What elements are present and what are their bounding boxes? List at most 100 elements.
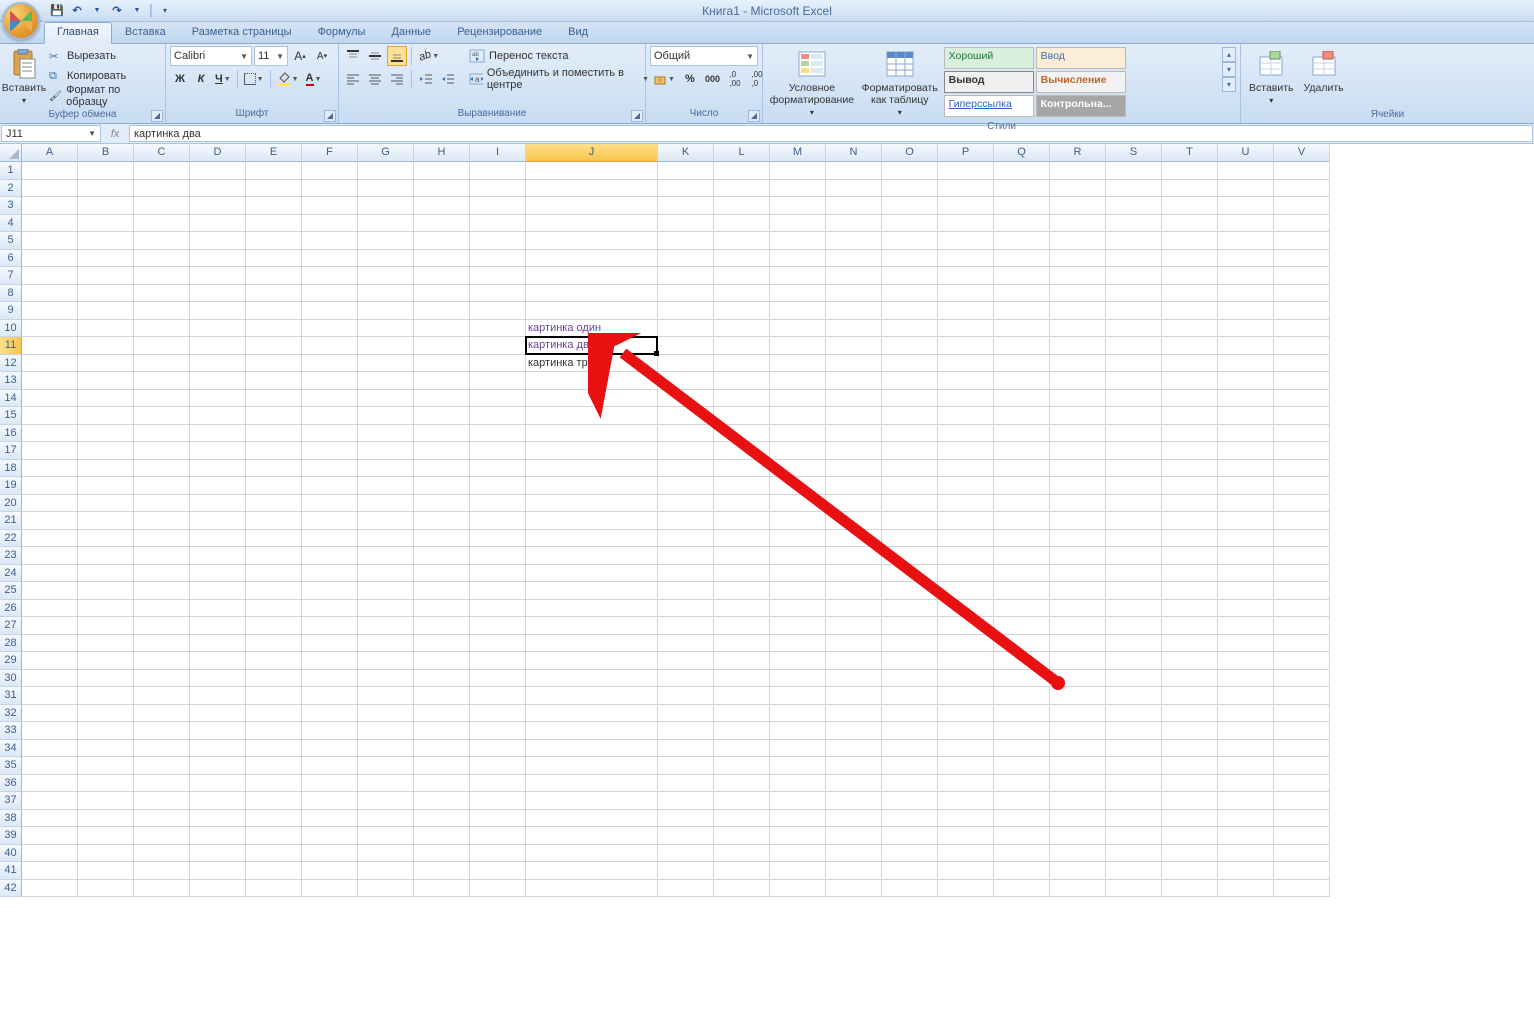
cell-P9[interactable] (938, 302, 994, 320)
cell-H22[interactable] (414, 530, 470, 548)
cell-O18[interactable] (882, 460, 938, 478)
cell-M40[interactable] (770, 845, 826, 863)
cell-N19[interactable] (826, 477, 882, 495)
tab-вид[interactable]: Вид (555, 22, 601, 43)
cell-Q25[interactable] (994, 582, 1050, 600)
cell-H6[interactable] (414, 250, 470, 268)
cell-K28[interactable] (658, 635, 714, 653)
cell-S36[interactable] (1106, 775, 1162, 793)
cell-J3[interactable] (526, 197, 658, 215)
cell-O20[interactable] (882, 495, 938, 513)
cell-R13[interactable] (1050, 372, 1106, 390)
cell-B8[interactable] (78, 285, 134, 303)
cell-O7[interactable] (882, 267, 938, 285)
tab-разметка страницы[interactable]: Разметка страницы (179, 22, 305, 43)
cell-C15[interactable] (134, 407, 190, 425)
cell-M35[interactable] (770, 757, 826, 775)
cell-H40[interactable] (414, 845, 470, 863)
cell-I22[interactable] (470, 530, 526, 548)
cell-H35[interactable] (414, 757, 470, 775)
cell-V22[interactable] (1274, 530, 1330, 548)
cell-O23[interactable] (882, 547, 938, 565)
cell-S7[interactable] (1106, 267, 1162, 285)
cell-G24[interactable] (358, 565, 414, 583)
style-cell[interactable]: Вычисление (1036, 71, 1126, 93)
select-all-corner[interactable] (0, 144, 22, 162)
cell-S26[interactable] (1106, 600, 1162, 618)
cell-A37[interactable] (22, 792, 78, 810)
cell-J26[interactable] (526, 600, 658, 618)
col-header-M[interactable]: M (770, 144, 826, 162)
cell-B42[interactable] (78, 880, 134, 898)
tab-главная[interactable]: Главная (44, 22, 112, 44)
cell-K3[interactable] (658, 197, 714, 215)
cell-Q6[interactable] (994, 250, 1050, 268)
font-size-combo[interactable]: 11▼ (254, 46, 288, 66)
cell-J28[interactable] (526, 635, 658, 653)
cell-E6[interactable] (246, 250, 302, 268)
cell-C16[interactable] (134, 425, 190, 443)
cell-D9[interactable] (190, 302, 246, 320)
cell-C22[interactable] (134, 530, 190, 548)
cell-O5[interactable] (882, 232, 938, 250)
cell-A13[interactable] (22, 372, 78, 390)
cell-N39[interactable] (826, 827, 882, 845)
cell-P2[interactable] (938, 180, 994, 198)
cell-D24[interactable] (190, 565, 246, 583)
cell-M11[interactable] (770, 337, 826, 355)
cell-C4[interactable] (134, 215, 190, 233)
cell-H4[interactable] (414, 215, 470, 233)
cell-N10[interactable] (826, 320, 882, 338)
cell-B13[interactable] (78, 372, 134, 390)
cell-J7[interactable] (526, 267, 658, 285)
cell-K8[interactable] (658, 285, 714, 303)
cell-R30[interactable] (1050, 670, 1106, 688)
cell-V23[interactable] (1274, 547, 1330, 565)
cell-O1[interactable] (882, 162, 938, 180)
cell-B37[interactable] (78, 792, 134, 810)
cell-Q41[interactable] (994, 862, 1050, 880)
cell-A14[interactable] (22, 390, 78, 408)
cell-U39[interactable] (1218, 827, 1274, 845)
cell-B5[interactable] (78, 232, 134, 250)
col-header-A[interactable]: A (22, 144, 78, 162)
cell-Q18[interactable] (994, 460, 1050, 478)
cell-P24[interactable] (938, 565, 994, 583)
cell-U2[interactable] (1218, 180, 1274, 198)
cell-F25[interactable] (302, 582, 358, 600)
cell-Q39[interactable] (994, 827, 1050, 845)
cell-S25[interactable] (1106, 582, 1162, 600)
cell-C12[interactable] (134, 355, 190, 373)
row-header-28[interactable]: 28 (0, 635, 22, 653)
cell-A39[interactable] (22, 827, 78, 845)
row-header-11[interactable]: 11 (0, 337, 22, 355)
cell-P20[interactable] (938, 495, 994, 513)
cell-D32[interactable] (190, 705, 246, 723)
cell-E36[interactable] (246, 775, 302, 793)
col-header-B[interactable]: B (78, 144, 134, 162)
cell-J13[interactable] (526, 372, 658, 390)
row-header-17[interactable]: 17 (0, 442, 22, 460)
style-cell[interactable]: Контрольна... (1036, 95, 1126, 117)
cell-I34[interactable] (470, 740, 526, 758)
cell-B12[interactable] (78, 355, 134, 373)
col-header-R[interactable]: R (1050, 144, 1106, 162)
cell-L36[interactable] (714, 775, 770, 793)
cell-K11[interactable] (658, 337, 714, 355)
cell-V33[interactable] (1274, 722, 1330, 740)
cell-L18[interactable] (714, 460, 770, 478)
cell-K2[interactable] (658, 180, 714, 198)
cell-A22[interactable] (22, 530, 78, 548)
cell-J30[interactable] (526, 670, 658, 688)
cell-K5[interactable] (658, 232, 714, 250)
cell-G33[interactable] (358, 722, 414, 740)
shrink-font-button[interactable]: A▾ (312, 46, 332, 66)
cell-T22[interactable] (1162, 530, 1218, 548)
cell-O29[interactable] (882, 652, 938, 670)
cell-Q16[interactable] (994, 425, 1050, 443)
cell-F16[interactable] (302, 425, 358, 443)
cell-F13[interactable] (302, 372, 358, 390)
cell-T1[interactable] (1162, 162, 1218, 180)
cell-J27[interactable] (526, 617, 658, 635)
cell-J25[interactable] (526, 582, 658, 600)
